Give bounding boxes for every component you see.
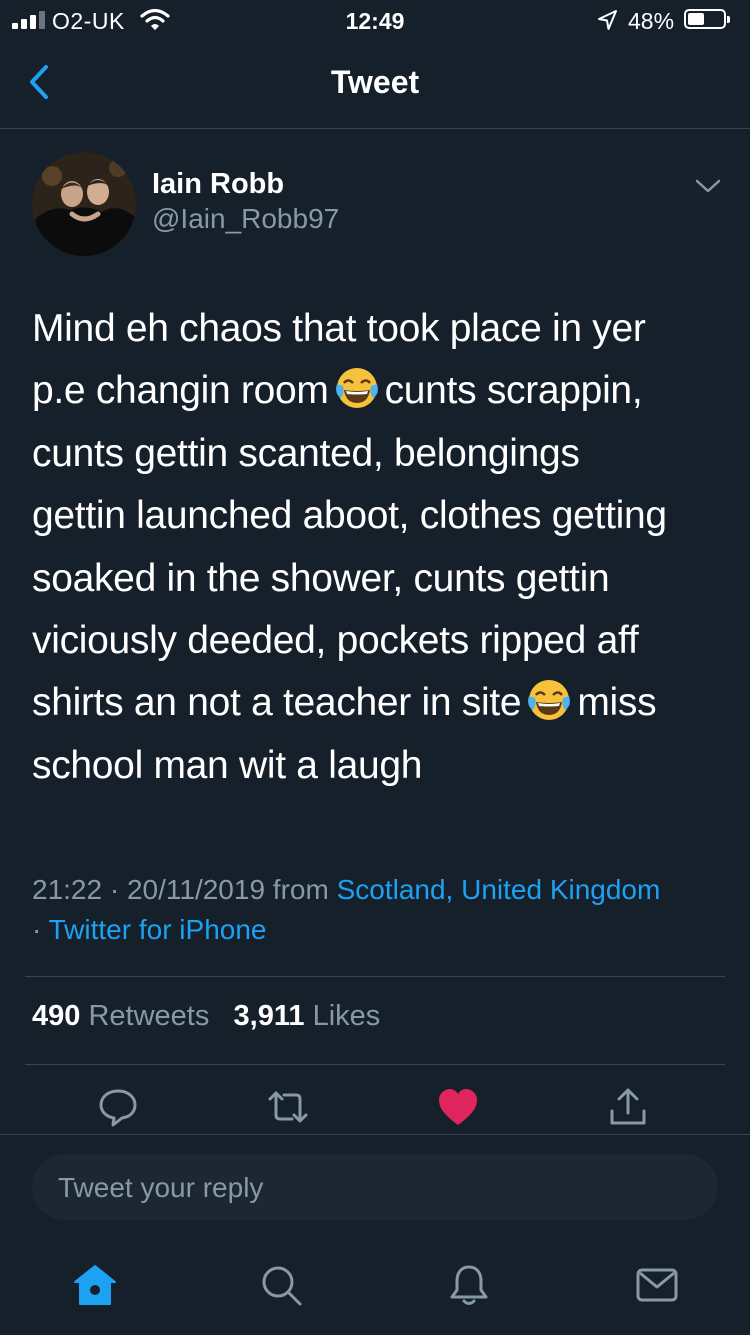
- tweet-line: school man wit a laugh: [32, 743, 423, 787]
- tweet-line: viciously deeded, pockets ripped aff: [32, 619, 639, 663]
- retweet-icon[interactable]: [266, 1085, 310, 1129]
- tweet-line: Mind eh chaos that took place in yer: [32, 307, 646, 350]
- battery-level: [688, 13, 705, 25]
- tears-of-joy-emoji-icon: [525, 676, 573, 724]
- messages-icon[interactable]: [634, 1262, 680, 1308]
- divider: [25, 1064, 725, 1065]
- retweets-label: Retweets: [88, 1000, 210, 1032]
- author-handle[interactable]: @Iain_Robb97: [152, 203, 339, 235]
- retweets-count: 490: [32, 1000, 81, 1032]
- likes-stat[interactable]: 3,911 Likes: [234, 1000, 381, 1032]
- tweet-line-part: miss: [577, 681, 657, 725]
- tweet-timestamp: 21:22 · 20/11/2019 from: [32, 874, 337, 905]
- search-icon[interactable]: [258, 1262, 304, 1308]
- like-icon[interactable]: [436, 1085, 480, 1129]
- notifications-icon[interactable]: [446, 1262, 492, 1308]
- author-name[interactable]: Iain Robb: [152, 168, 284, 201]
- divider: [25, 976, 725, 977]
- battery-nub: [727, 16, 730, 23]
- battery-percent: 48%: [628, 8, 675, 34]
- tweet-actions: [0, 1085, 750, 1133]
- share-icon[interactable]: [606, 1085, 650, 1129]
- nav-header: Tweet: [0, 40, 750, 129]
- tweet-line: gettin launched aboot, clothes getting: [32, 494, 667, 538]
- chevron-down-icon[interactable]: [694, 176, 722, 196]
- tweet-line: shirts an not a teacher in site miss: [32, 672, 722, 734]
- reply-icon[interactable]: [96, 1085, 140, 1129]
- tweet-source-link[interactable]: Twitter for iPhone: [49, 914, 267, 945]
- tweet-location-link[interactable]: Scotland, United Kingdom: [337, 874, 661, 905]
- reply-input[interactable]: Tweet your reply: [32, 1154, 718, 1220]
- avatar[interactable]: [32, 152, 136, 256]
- location-arrow-icon: [598, 10, 617, 30]
- tweet-text: Mind eh chaos that took place in yer p.e…: [32, 298, 722, 797]
- likes-count: 3,911: [233, 1000, 305, 1032]
- tweet-line-part: cunts scrappin,: [384, 369, 643, 413]
- page-title: Tweet: [330, 64, 420, 100]
- tweet-meta: 21:22 · 20/11/2019 from Scotland, United…: [32, 870, 732, 950]
- tweet-line: p.e changin room cunts scrappin,: [32, 360, 722, 422]
- tears-of-joy-emoji-icon: [333, 364, 381, 412]
- tweet-line: cunts gettin scanted, belongings: [32, 431, 580, 475]
- likes-label: Likes: [312, 1000, 381, 1032]
- status-bar: O2-UK 12:49 48%: [0, 0, 750, 40]
- tweet-line-part: p.e changin room: [32, 369, 329, 413]
- tweet-line: soaked in the shower, cunts gettin: [32, 556, 610, 600]
- avatar-photo: [32, 152, 136, 256]
- retweets-stat[interactable]: 490 Retweets: [32, 1000, 209, 1032]
- battery-icon: [684, 9, 730, 29]
- home-icon[interactable]: [72, 1262, 118, 1308]
- meta-separator: ·: [32, 914, 49, 945]
- engagement-stats: 490 Retweets 3,911 Likes: [32, 1000, 380, 1033]
- tweet-line-part: shirts an not a teacher in site: [32, 681, 522, 725]
